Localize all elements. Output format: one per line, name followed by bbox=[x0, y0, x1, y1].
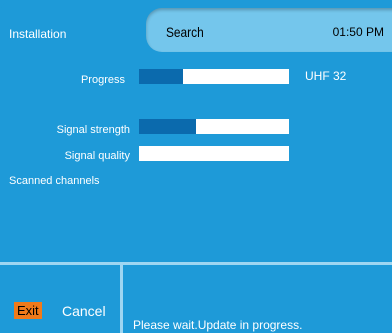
title-panel: Installation bbox=[0, 0, 146, 62]
signal-strength-bar bbox=[139, 119, 289, 134]
footer-vertical-divider bbox=[120, 262, 123, 333]
installation-screen: Installation Search 01:50 PM Progress UH… bbox=[0, 0, 392, 333]
tab-search-label: Search bbox=[166, 24, 204, 40]
channel-label: UHF 32 bbox=[305, 69, 347, 83]
progress-bar bbox=[139, 69, 289, 84]
signal-quality-label: Signal quality bbox=[64, 150, 130, 162]
progress-label: Progress bbox=[80, 74, 125, 86]
footer-divider bbox=[0, 262, 392, 265]
screen-title: Installation bbox=[9, 27, 67, 41]
signal-quality-bar bbox=[139, 146, 289, 161]
status-message: Please wait.Update in progress. bbox=[133, 318, 303, 332]
signal-strength-label: Signal strength bbox=[56, 124, 130, 136]
exit-key-badge[interactable]: Exit bbox=[14, 302, 42, 319]
signal-strength-bar-fill bbox=[139, 119, 196, 134]
tab-search[interactable]: Search 01:50 PM bbox=[146, 8, 392, 52]
progress-bar-fill bbox=[139, 69, 183, 84]
clock: 01:50 PM bbox=[332, 25, 384, 39]
scanned-channels-label: Scanned channels bbox=[9, 175, 100, 187]
cancel-button[interactable]: Cancel bbox=[62, 303, 106, 319]
